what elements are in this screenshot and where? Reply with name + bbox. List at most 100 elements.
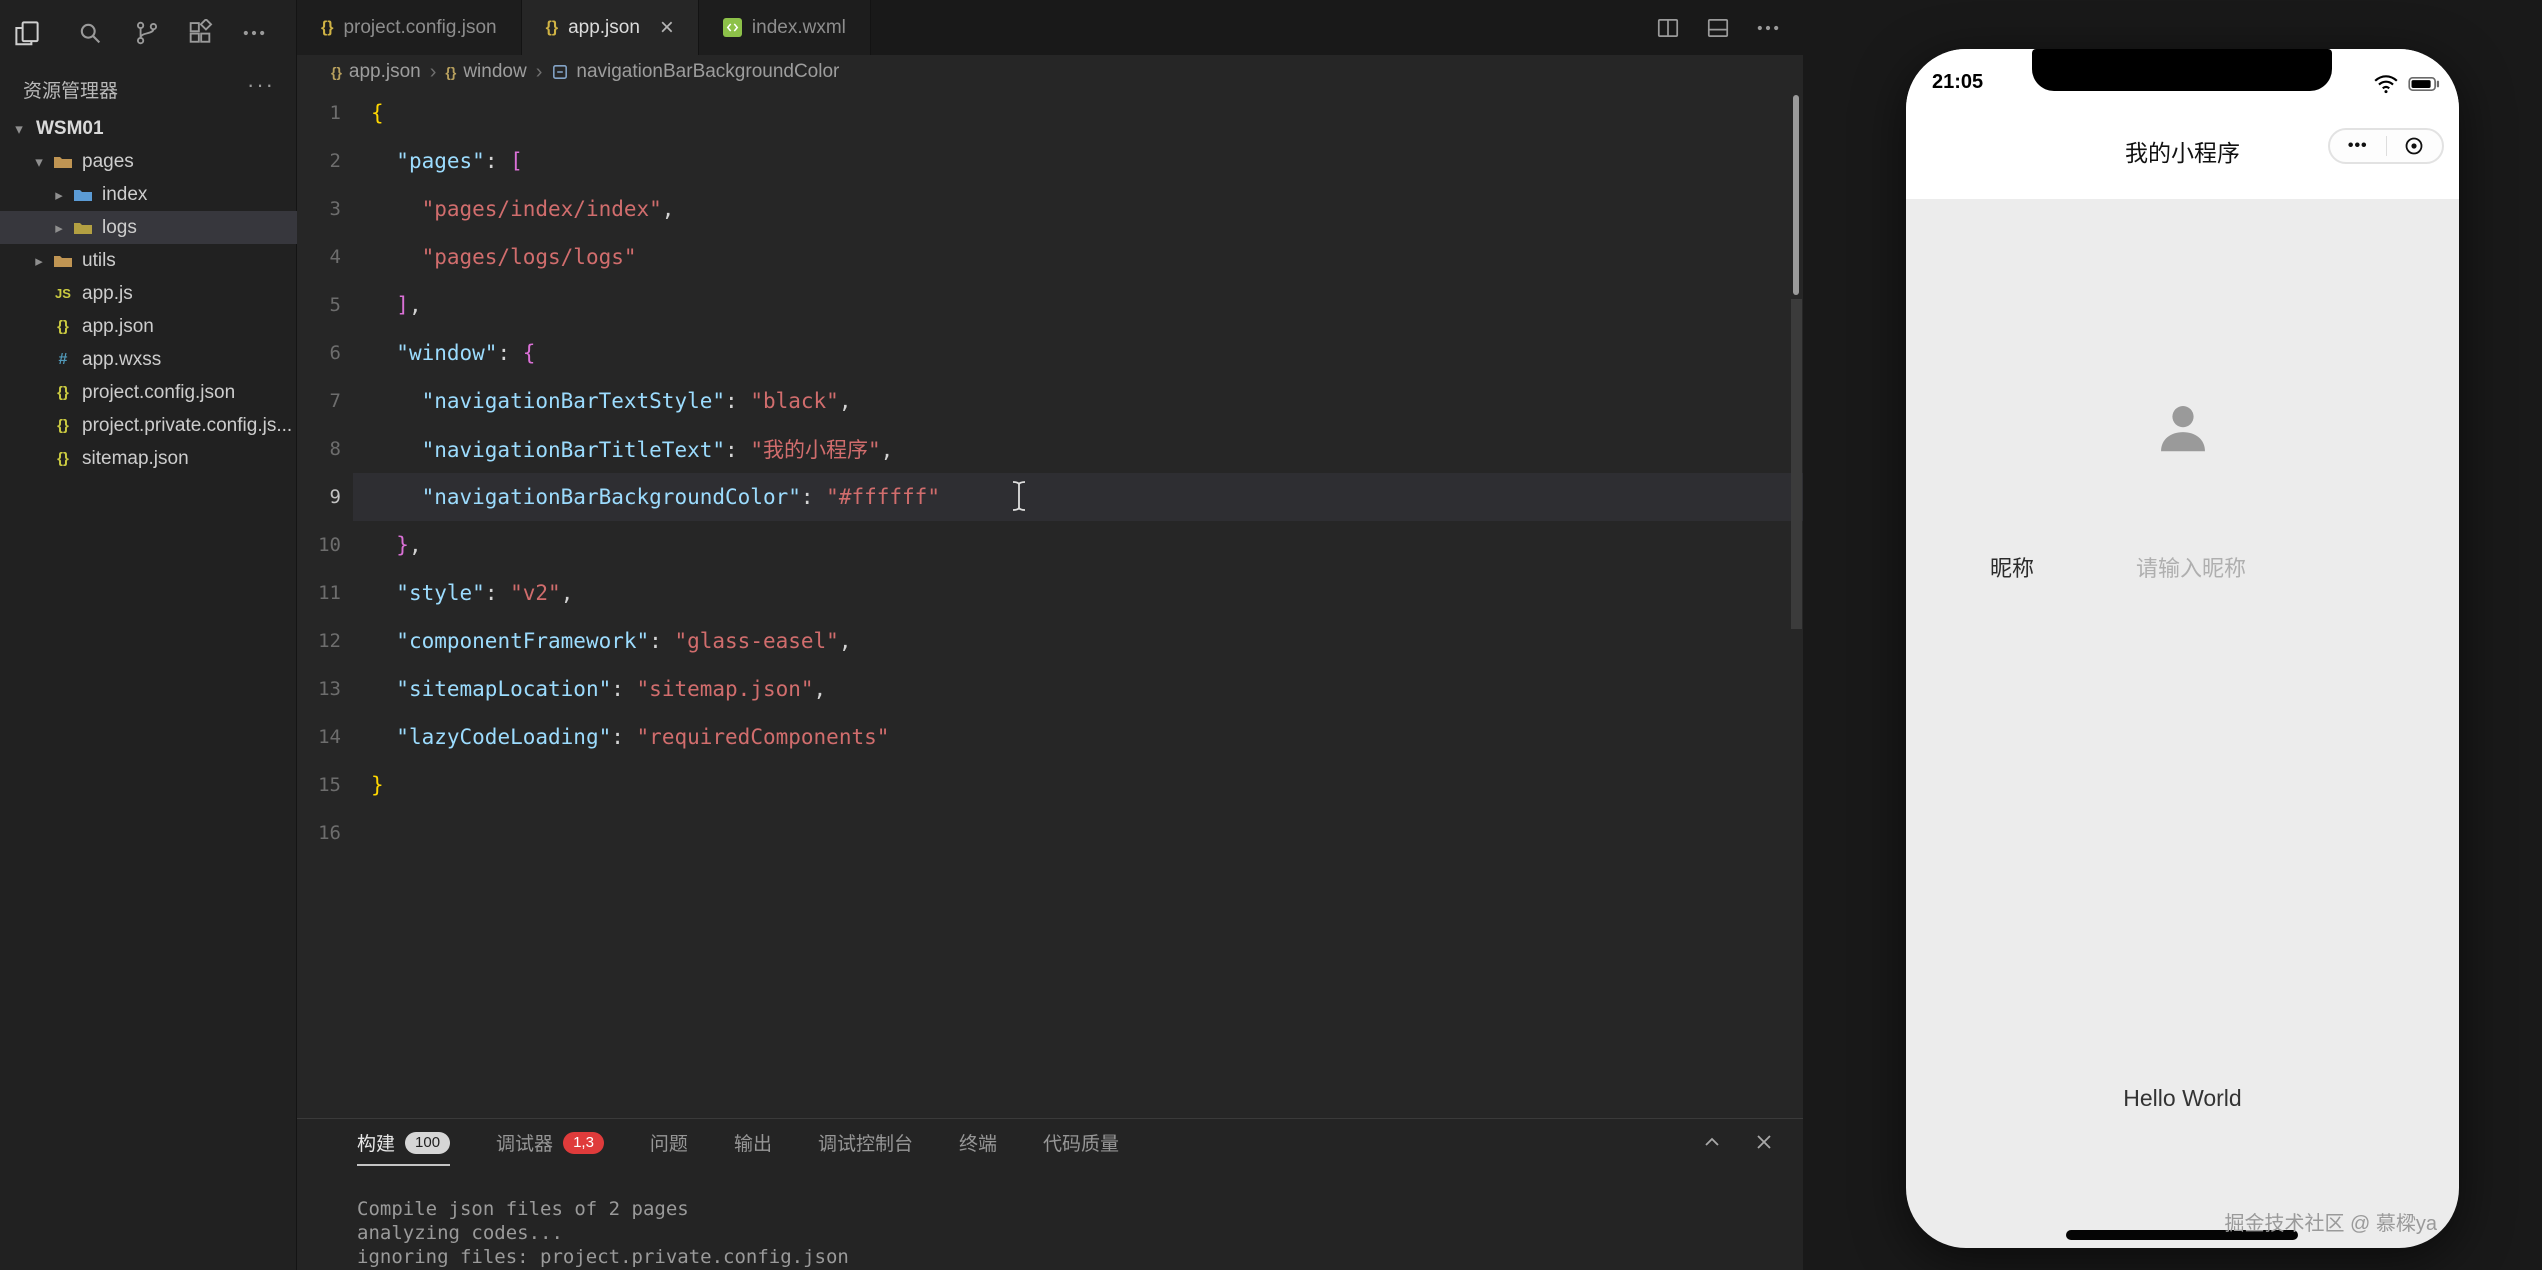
code-line-2[interactable]: 2 "pages": [ <box>297 137 1803 185</box>
scrollbar-thumb[interactable] <box>1793 95 1799 295</box>
tree-item-label: app.wxss <box>82 348 162 370</box>
breadcrumb-item[interactable]: {} app.json <box>331 61 421 83</box>
tree-item-label: index <box>102 183 148 205</box>
panel-tab-label: 终端 <box>958 1134 997 1155</box>
code-line-9[interactable]: 9 "navigationBarBackgroundColor": "#ffff… <box>297 473 1803 521</box>
explorer-header: 资源管理器 ··· <box>0 72 297 104</box>
tree-item-label: app.js <box>82 282 133 304</box>
editor-scrollbar[interactable] <box>1789 89 1803 1118</box>
code-lines: 1{2 "pages": [3 "pages/index/index", 4 "p… <box>297 89 1803 857</box>
panel-tab-label: 问题 <box>649 1134 688 1155</box>
panel-tab-构建[interactable]: 构建 100 <box>357 1129 451 1166</box>
code-text: "navigationBarTextStyle": "black", <box>421 389 852 413</box>
line-number: 7 <box>329 390 341 412</box>
tab-strip: {} project.config.json {} app.json × index.wx… <box>297 0 871 55</box>
more-icon[interactable] <box>1751 11 1785 45</box>
console-line: ignoring files: project.private.config.j… <box>357 1246 849 1268</box>
nickname-label: 昵称 <box>1990 556 2035 581</box>
tree-item-project-config-json[interactable]: {} project.config.json <box>0 376 297 409</box>
tree-item-index[interactable]: ▸ index <box>0 178 297 211</box>
code-line-12[interactable]: 12 "componentFramework": "glass-easel", <box>297 617 1803 665</box>
nickname-input[interactable]: 请输入昵称 <box>2136 551 2246 583</box>
git-branch-icon[interactable] <box>126 12 168 54</box>
property-icon <box>551 63 569 81</box>
breadcrumb-label: app.json <box>348 61 421 82</box>
code-line-4[interactable]: 4 "pages/logs/logs" <box>297 233 1803 281</box>
tree-item-app-wxss[interactable]: # app.wxss <box>0 343 297 376</box>
hello-world-text: Hello World <box>2123 1085 2242 1111</box>
tree-item-pages[interactable]: ▾ pages <box>0 145 297 178</box>
more-icon[interactable] <box>233 12 275 54</box>
wxss-file-icon: # <box>58 350 68 368</box>
code-line-14[interactable]: 14 "lazyCodeLoading": "requiredComponent… <box>297 713 1803 761</box>
code-text: "window": { <box>396 341 536 365</box>
line-number: 2 <box>329 150 341 172</box>
sidebar: 资源管理器 ··· ▾ WSM01 ▾ pages ▸ index ▸ logs ▸ utils J… <box>0 0 297 1270</box>
panel-tab-问题[interactable]: 问题 <box>650 1129 688 1166</box>
capsule-menu: ••• <box>2328 128 2444 164</box>
panel-tab-终端[interactable]: 终端 <box>959 1129 997 1166</box>
line-number: 12 <box>318 630 341 652</box>
json-file-icon: {} <box>545 18 559 36</box>
tree-item-utils[interactable]: ▸ utils <box>0 244 297 277</box>
line-number: 15 <box>318 774 341 796</box>
tree-item-sitemap-json[interactable]: {} sitemap.json <box>0 442 297 475</box>
files-icon[interactable] <box>6 12 48 54</box>
tab-project-config-json[interactable]: {} project.config.json <box>297 0 522 55</box>
split-editor-icon[interactable] <box>1651 11 1685 45</box>
close-icon[interactable] <box>1749 1127 1779 1157</box>
panel-tab-label: 调试控制台 <box>817 1134 913 1155</box>
layout-icon[interactable] <box>1701 11 1735 45</box>
tree-item-app-js[interactable]: JS app.js <box>0 277 297 310</box>
code-text: "style": "v2", <box>396 581 574 605</box>
code-line-8[interactable]: 8 "navigationBarTitleText": "我的小程序", <box>297 425 1803 473</box>
code-line-3[interactable]: 3 "pages/index/index", <box>297 185 1803 233</box>
code-line-7[interactable]: 7 "navigationBarTextStyle": "black", <box>297 377 1803 425</box>
tab-index-wxml[interactable]: index.wxml <box>698 0 871 55</box>
panel-tabs: 构建 100 调试器 1,3 问题 输出 调试控制台 终端 代码质量 <box>357 1129 1119 1166</box>
panel-actions <box>1697 1127 1779 1157</box>
panel-tab-代码质量[interactable]: 代码质量 <box>1043 1129 1119 1166</box>
js-file-icon: JS <box>55 286 71 301</box>
breadcrumb-separator: › <box>535 60 543 83</box>
code-editor[interactable]: 1{2 "pages": [3 "pages/index/index", 4 "p… <box>297 89 1803 1118</box>
chevron-up-icon[interactable] <box>1697 1127 1727 1157</box>
console-line: Compile json files of 2 pages <box>357 1198 689 1220</box>
wxml-file-icon <box>722 18 742 37</box>
extensions-icon[interactable] <box>179 12 221 54</box>
code-line-5[interactable]: 5 ], <box>297 281 1803 329</box>
avatar-button[interactable] <box>2152 397 2214 464</box>
code-text: } <box>371 773 384 797</box>
search-icon[interactable] <box>69 12 111 54</box>
tab-app-json[interactable]: {} app.json × <box>521 0 699 55</box>
explorer-more-icon[interactable]: ··· <box>247 72 275 98</box>
tree-item-label: logs <box>102 216 137 238</box>
code-line-6[interactable]: 6 "window": { <box>297 329 1803 377</box>
code-line-1[interactable]: 1{ <box>297 89 1803 137</box>
tree-item-label: WSM01 <box>36 117 104 139</box>
tree-item-label: project.private.config.js... <box>82 414 293 436</box>
json-file-icon: {} <box>57 417 69 434</box>
line-number: 14 <box>318 726 341 748</box>
tree-item-app-json[interactable]: {} app.json <box>0 310 297 343</box>
code-line-16[interactable]: 16 <box>297 809 1803 857</box>
code-line-10[interactable]: 10 }, <box>297 521 1803 569</box>
code-line-15[interactable]: 15} <box>297 761 1803 809</box>
scrollbar-decoration <box>1791 299 1802 629</box>
editor-actions <box>1651 0 1803 55</box>
more-menu-button[interactable]: ••• <box>2330 137 2386 155</box>
breadcrumb-item[interactable]: {} window <box>445 61 526 83</box>
breadcrumb-item[interactable]: navigationBarBackgroundColor <box>551 61 839 83</box>
code-line-13[interactable]: 13 "sitemapLocation": "sitemap.json", <box>297 665 1803 713</box>
tree-item-logs[interactable]: ▸ logs <box>0 211 297 244</box>
panel-tab-调试控制台[interactable]: 调试控制台 <box>818 1129 913 1166</box>
panel-tab-输出[interactable]: 输出 <box>734 1129 772 1166</box>
panel-tab-调试器[interactable]: 调试器 1,3 <box>496 1129 604 1166</box>
exit-mini-program-button[interactable] <box>2387 135 2443 157</box>
tree-item-project-private-config-js-[interactable]: {} project.private.config.js... <box>0 409 297 442</box>
code-line-11[interactable]: 11 "style": "v2", <box>297 569 1803 617</box>
tree-item-wsm01[interactable]: ▾ WSM01 <box>0 112 297 145</box>
console-line: analyzing codes... <box>357 1222 563 1244</box>
activity-bar <box>0 10 297 58</box>
close-icon[interactable]: × <box>660 15 674 40</box>
